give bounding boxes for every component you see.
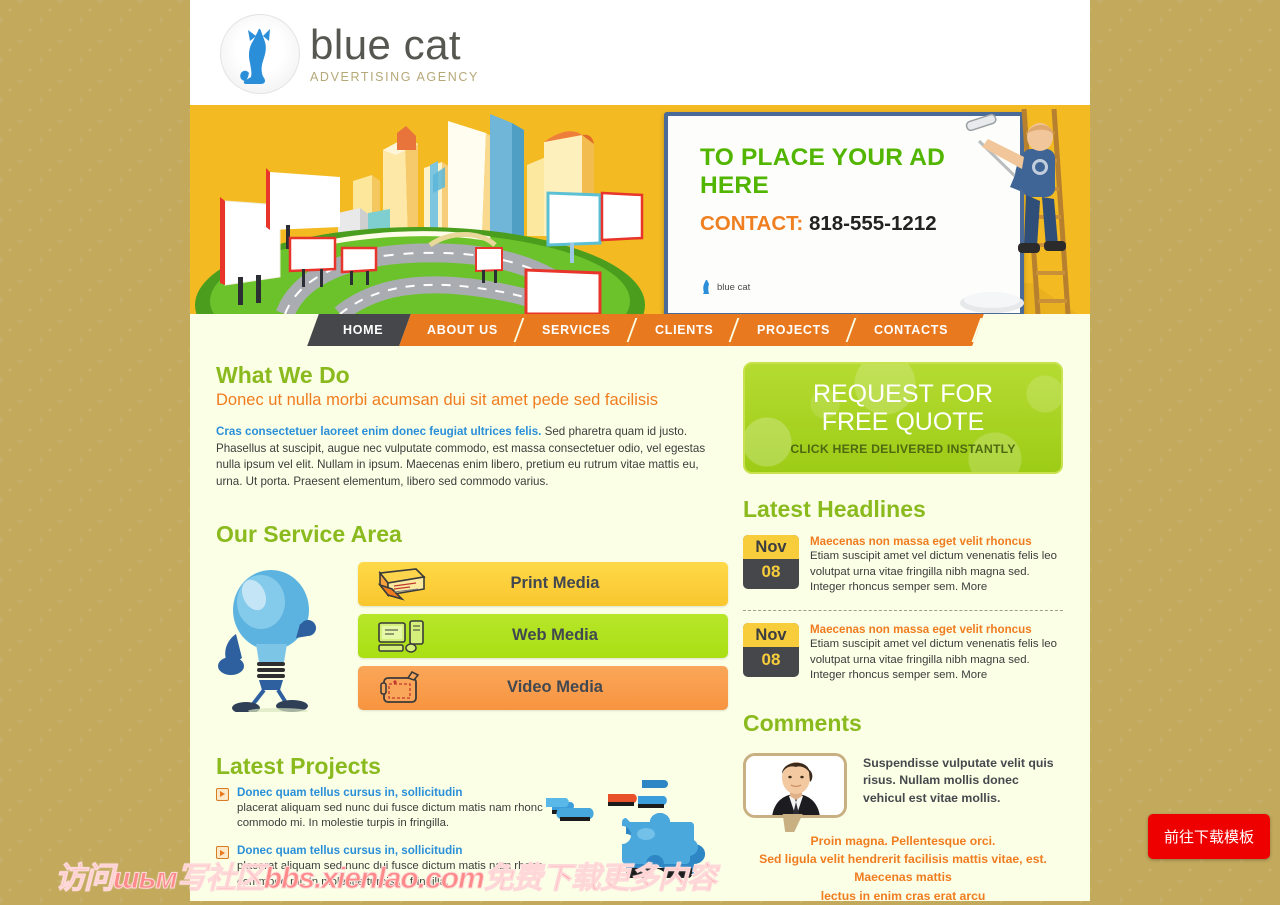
headline-item[interactable]: Nov 08 Maecenas non massa eget velit rho… [743, 622, 1063, 684]
billboard-logo: blue cat [702, 279, 750, 295]
headline-body: Maecenas non massa eget velit rhoncus Et… [810, 535, 1063, 596]
nav-label: PROJECTS [757, 323, 831, 337]
headline-body: Maecenas non massa eget velit rhoncus Et… [810, 623, 1063, 684]
date-month: Nov [743, 535, 799, 559]
date-day: 08 [761, 649, 781, 669]
blue-cat-mini-icon [703, 280, 709, 294]
service-label: Web Media [512, 626, 598, 645]
logo[interactable]: blue cat ADVERTISING AGENCY [220, 14, 479, 94]
service-button-web-media[interactable]: Web Media [358, 613, 728, 658]
nav-item-contacts[interactable]: CONTACTS [846, 314, 985, 346]
computer-icon [358, 619, 446, 653]
city-skyline-illustration [190, 105, 670, 314]
list-item[interactable]: Donec quam tellus cursus in, sollicitudi… [216, 786, 546, 832]
nav-list: HOME ABOUT US SERVICES CLIENTS PROJECTS … [307, 314, 985, 346]
service-button-print-media[interactable]: Print Media [358, 561, 728, 606]
project-body: placerat aliquam sed nunc dui fusce dict… [237, 860, 543, 888]
request-free-quote-button[interactable]: REQUEST FOR FREE QUOTE CLICK HERE DELIVE… [743, 362, 1063, 474]
nav-label: CLIENTS [654, 323, 714, 337]
projects-list: Donec quam tellus cursus in, sollicitudi… [216, 786, 546, 903]
nav-label: SERVICES [542, 323, 611, 337]
nav-label: CONTACTS [874, 323, 949, 337]
right-column: REQUEST FOR FREE QUOTE CLICK HERE DELIVE… [743, 362, 1063, 905]
quote-line-1: REQUEST FOR [812, 380, 994, 408]
service-area-row: Print Media Web Media Video Media [216, 561, 728, 718]
main-content: What We Do Donec ut nulla morbi acumsan … [190, 346, 1090, 905]
light-bulb-mascot-icon [216, 562, 346, 718]
billboard-logo-text: blue cat [717, 281, 751, 293]
divider [743, 609, 1063, 611]
headline-title[interactable]: Maecenas non massa eget velit rhoncus [810, 623, 1063, 636]
date-month: Nov [743, 622, 799, 647]
headline-text: Etiam suscipit amet vel dictum venenatis… [810, 550, 1057, 594]
play-bullet-icon [216, 787, 229, 801]
project-title[interactable]: Donec quam tellus cursus in, sollicitudi… [237, 786, 546, 799]
signature-line: lectus in enim cras erat arcu [820, 888, 986, 903]
quote-line-3: CLICK HERE DELIVERED INSTANTLY [790, 442, 1016, 456]
comment-signature: Proin magna. Pellentesque orci. Sed ligu… [743, 832, 1063, 905]
logo-title: blue cat [310, 21, 462, 69]
worker-on-ladder-illustration [960, 108, 1071, 314]
what-we-do-paragraph: Cras consectetuer laoreet enim donec feu… [216, 424, 728, 491]
comment-item: Suspendisse vulputate velit quis risus. … [743, 749, 1063, 832]
video-camera-icon [358, 670, 446, 706]
service-label: Video Media [507, 678, 603, 697]
ad-billboard: TO PLACE YOUR AD HERE CONTACT: 818-555-1… [662, 105, 1090, 314]
site-header: blue cat ADVERTISING AGENCY [190, 0, 1090, 105]
signature-line: Proin magna. Pellentesque orci. [810, 833, 996, 848]
date-badge: Nov 08 [743, 622, 799, 677]
latest-projects-title: Latest Projects [216, 752, 381, 779]
list-item[interactable]: Donec quam tellus cursus in, sollicitudi… [216, 844, 546, 890]
headline-item[interactable]: Nov 08 Maecenas non massa eget velit rho… [743, 535, 1063, 596]
speech-bubble-tail [782, 813, 806, 832]
service-button-video-media[interactable]: Video Media [358, 665, 728, 710]
hero-banner: TO PLACE YOUR AD HERE CONTACT: 818-555-1… [190, 105, 1090, 314]
blue-cat-silhouette-icon [220, 14, 300, 94]
jigsaw-puzzle-pieces-icon [546, 779, 728, 901]
avatar [743, 752, 847, 832]
service-area-title: Our Service Area [216, 520, 402, 547]
page-container: blue cat ADVERTISING AGENCY TO PLACE YOU… [190, 0, 1090, 903]
logo-subtitle: ADVERTISING AGENCY [310, 70, 479, 85]
newspaper-icon [358, 567, 446, 601]
left-column: What We Do Donec ut nulla morbi acumsan … [216, 362, 728, 905]
nav-item-services[interactable]: SERVICES [514, 314, 639, 346]
what-we-do-subtitle: Donec ut nulla morbi acumsan dui sit ame… [216, 391, 659, 409]
contact-label: CONTACT: [700, 211, 804, 235]
latest-headlines-title: Latest Headlines [743, 496, 926, 522]
service-label: Print Media [510, 574, 600, 593]
project-body: placerat aliquam sed nunc dui fusce dict… [237, 801, 543, 830]
download-template-button[interactable]: 前往下载模板 [1147, 814, 1270, 859]
signature-line: Maecenas mattis [854, 870, 952, 885]
contact-number: 818-555-1212 [808, 211, 937, 235]
what-we-do-title: What We Do [216, 362, 350, 388]
main-navigation: HOME ABOUT US SERVICES CLIENTS PROJECTS … [190, 314, 1090, 346]
quote-line-2: FREE QUOTE [821, 408, 985, 436]
nav-divider [971, 318, 983, 342]
service-buttons: Print Media Web Media Video Media [358, 561, 728, 718]
project-title[interactable]: Donec quam tellus cursus in, sollicitudi… [237, 844, 546, 857]
nav-item-projects[interactable]: PROJECTS [729, 314, 858, 346]
headline-text: Etiam suscipit amet vel dictum venenatis… [810, 637, 1057, 682]
date-badge: Nov 08 [743, 535, 799, 589]
nav-item-home[interactable]: HOME [307, 314, 412, 346]
nav-item-about-us[interactable]: ABOUT US [399, 314, 527, 346]
comment-quote: Suspendisse vulputate velit quis risus. … [863, 755, 1054, 805]
projects-row: Donec quam tellus cursus in, sollicitudi… [216, 779, 728, 903]
nav-item-clients[interactable]: CLIENTS [626, 314, 741, 346]
signature-line: Sed ligula velit hendrerit facilisis mat… [759, 852, 1047, 867]
nav-label: ABOUT US [427, 323, 499, 337]
nav-label: HOME [343, 323, 384, 337]
date-day: 08 [761, 562, 781, 581]
play-bullet-icon [216, 846, 229, 860]
what-we-do-lead: Cras consectetuer laoreet enim donec feu… [216, 425, 542, 438]
headline-title[interactable]: Maecenas non massa eget velit rhoncus [810, 535, 1063, 548]
comments-title: Comments [743, 709, 862, 736]
